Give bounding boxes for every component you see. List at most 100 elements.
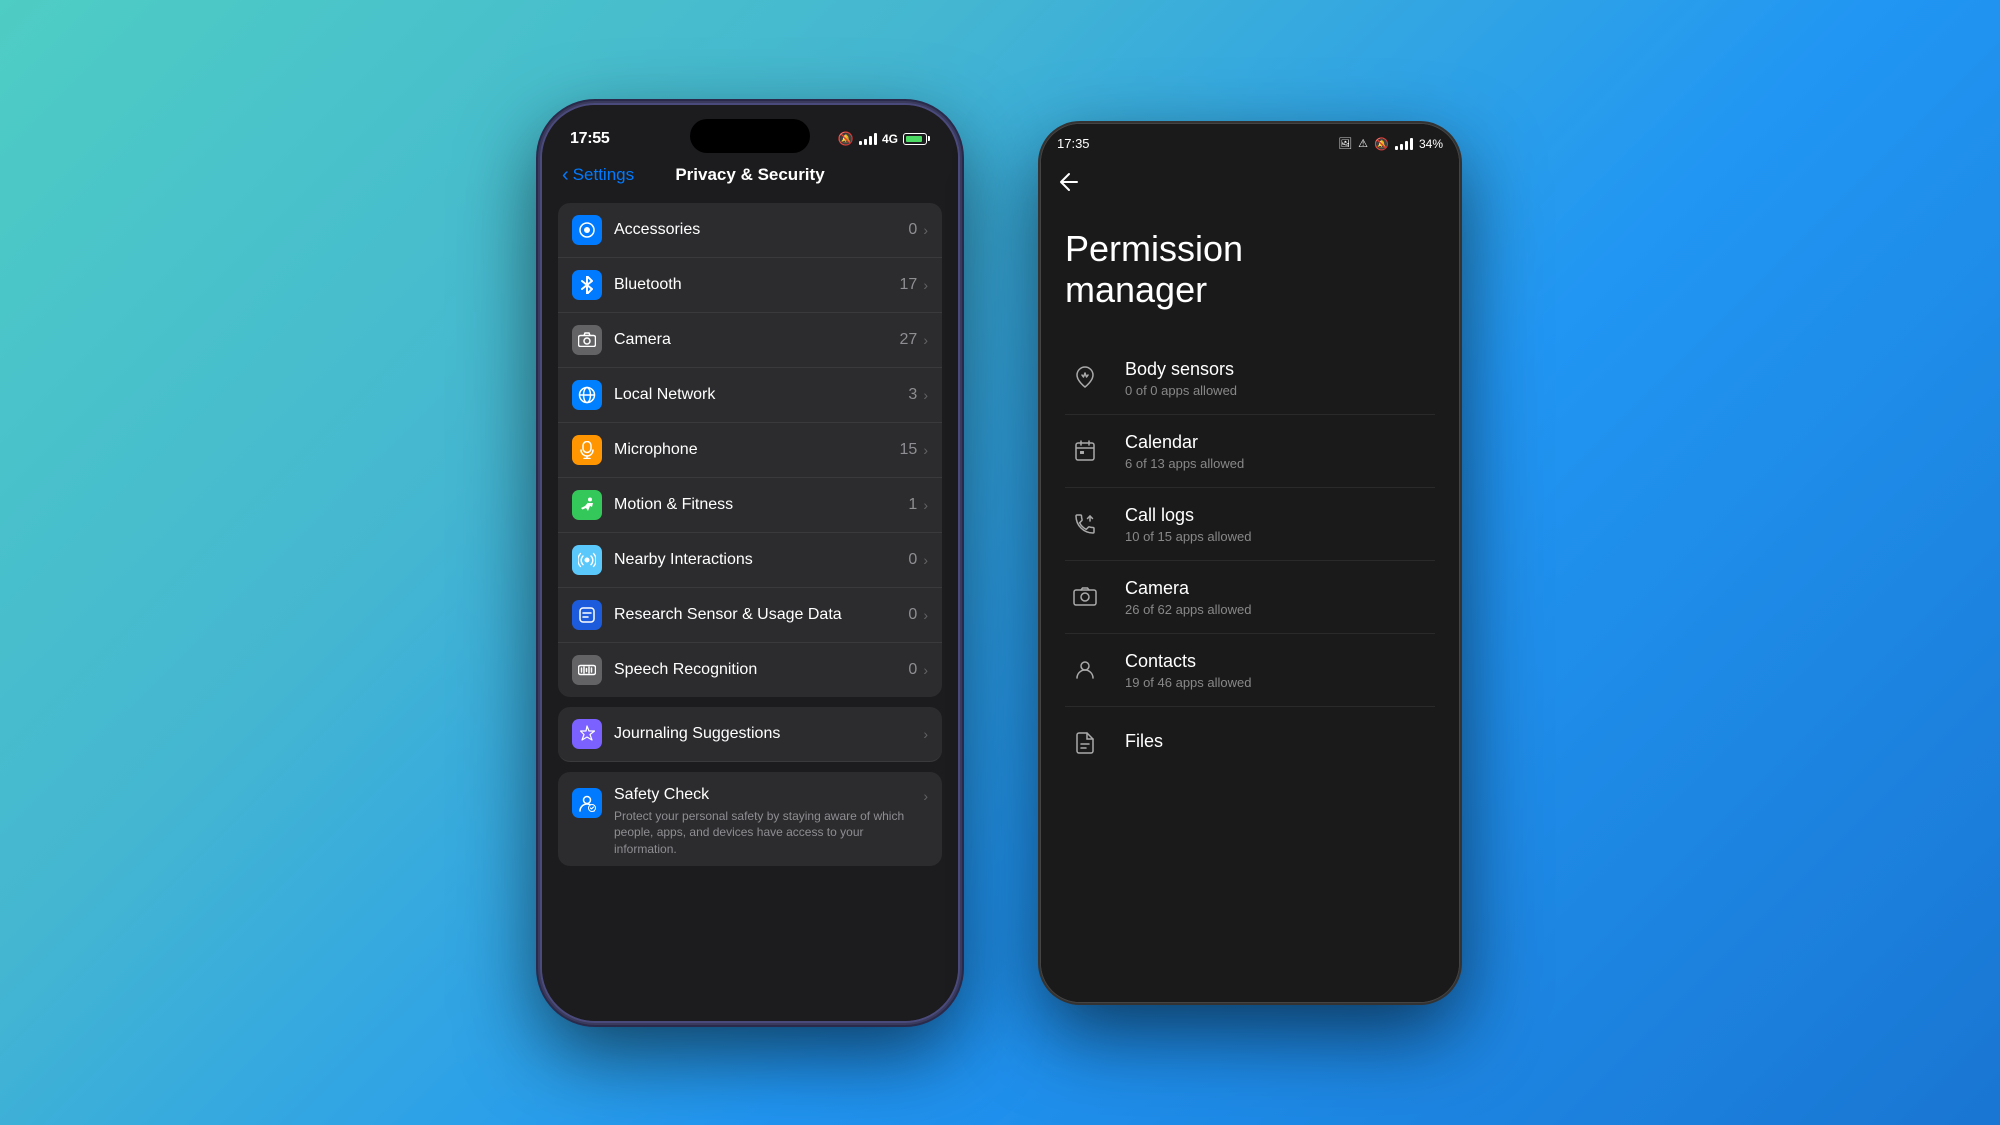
ios-row-nearby[interactable]: Nearby Interactions 0 › bbox=[558, 533, 942, 588]
ios-row-accessories[interactable]: Accessories 0 › bbox=[558, 203, 942, 258]
android-status-bar: 17:35 🖼 ⚠ 🔕 34% bbox=[1041, 124, 1459, 160]
android-content: Permissionmanager Body sensors 0 of 0 ap… bbox=[1041, 208, 1459, 1002]
body-sensors-text: Body sensors 0 of 0 apps allowed bbox=[1125, 359, 1435, 398]
nearby-value: 0 bbox=[908, 551, 917, 569]
android-time: 17:35 bbox=[1057, 136, 1090, 151]
call-logs-text: Call logs 10 of 15 apps allowed bbox=[1125, 505, 1435, 544]
safety-check-title: Safety Check bbox=[614, 786, 923, 804]
ios-row-research[interactable]: Research Sensor & Usage Data 0 › bbox=[558, 588, 942, 643]
android-perm-camera[interactable]: Camera 26 of 62 apps allowed bbox=[1065, 561, 1435, 634]
back-chevron-icon: ‹ bbox=[562, 165, 569, 185]
android-phone: 17:35 🖼 ⚠ 🔕 34% Permiss bbox=[1040, 123, 1460, 1003]
microphone-chevron-icon: › bbox=[923, 442, 928, 458]
microphone-label: Microphone bbox=[614, 441, 900, 459]
bluetooth-icon bbox=[572, 270, 602, 300]
speech-label: Speech Recognition bbox=[614, 661, 908, 679]
camera-label: Camera bbox=[614, 331, 900, 349]
journaling-icon bbox=[572, 719, 602, 749]
contacts-name: Contacts bbox=[1125, 651, 1435, 672]
ios-content: Accessories 0 › Bluetooth 17 › bbox=[542, 195, 958, 1001]
ios-nav-bar: ‹ Settings Privacy & Security bbox=[542, 159, 958, 195]
ios-back-button[interactable]: ‹ Settings bbox=[562, 165, 634, 185]
android-screen: 17:35 🖼 ⚠ 🔕 34% Permiss bbox=[1041, 124, 1459, 1002]
contacts-text: Contacts 19 of 46 apps allowed bbox=[1125, 651, 1435, 690]
android-page-title: Permissionmanager bbox=[1065, 228, 1435, 311]
ios-row-speech[interactable]: Speech Recognition 0 › bbox=[558, 643, 942, 697]
ios-safety-check-section: Safety Check Protect your personal safet… bbox=[558, 772, 942, 866]
bluetooth-label: Bluetooth bbox=[614, 276, 900, 294]
files-name: Files bbox=[1125, 731, 1435, 752]
ios-row-safety-check[interactable]: Safety Check Protect your personal safet… bbox=[558, 772, 942, 866]
ios-screen: 17:55 🔕 4G ‹ Settings Privacy & Securit bbox=[542, 105, 958, 1021]
android-signal-icon bbox=[1395, 138, 1413, 150]
microphone-value: 15 bbox=[900, 441, 918, 459]
contacts-icon bbox=[1065, 650, 1105, 690]
ios-row-journaling[interactable]: Journaling Suggestions › bbox=[558, 707, 942, 762]
motion-fitness-value: 1 bbox=[908, 496, 917, 514]
safety-check-description: Protect your personal safety by staying … bbox=[614, 808, 923, 858]
calendar-text: Calendar 6 of 13 apps allowed bbox=[1125, 432, 1435, 471]
local-network-label: Local Network bbox=[614, 386, 908, 404]
accessories-label: Accessories bbox=[614, 221, 908, 239]
android-perm-call-logs[interactable]: Call logs 10 of 15 apps allowed bbox=[1065, 488, 1435, 561]
ios-row-motion-fitness[interactable]: Motion & Fitness 1 › bbox=[558, 478, 942, 533]
accessories-chevron-icon: › bbox=[923, 222, 928, 238]
journaling-label: Journaling Suggestions bbox=[614, 725, 923, 743]
mute-icon: 🔕 bbox=[838, 131, 854, 147]
research-value: 0 bbox=[908, 606, 917, 624]
android-camera-count: 26 of 62 apps allowed bbox=[1125, 602, 1435, 617]
fitness-icon bbox=[572, 490, 602, 520]
camera-icon bbox=[572, 325, 602, 355]
android-battery-label: 34% bbox=[1419, 137, 1443, 151]
call-logs-name: Call logs bbox=[1125, 505, 1435, 526]
contacts-count: 19 of 46 apps allowed bbox=[1125, 675, 1435, 690]
nearby-label: Nearby Interactions bbox=[614, 551, 908, 569]
android-camera-text: Camera 26 of 62 apps allowed bbox=[1125, 578, 1435, 617]
local-network-chevron-icon: › bbox=[923, 387, 928, 403]
nearby-chevron-icon: › bbox=[923, 552, 928, 568]
journaling-chevron-icon: › bbox=[923, 726, 928, 742]
ios-row-local-network[interactable]: Local Network 3 › bbox=[558, 368, 942, 423]
local-network-icon bbox=[572, 380, 602, 410]
android-back-button[interactable] bbox=[1057, 164, 1093, 200]
dynamic-island bbox=[690, 119, 810, 153]
android-camera-name: Camera bbox=[1125, 578, 1435, 599]
body-sensors-name: Body sensors bbox=[1125, 359, 1435, 380]
microphone-icon bbox=[572, 435, 602, 465]
accessories-value: 0 bbox=[908, 221, 917, 239]
ios-row-camera[interactable]: Camera 27 › bbox=[558, 313, 942, 368]
ios-row-bluetooth[interactable]: Bluetooth 17 › bbox=[558, 258, 942, 313]
camera-chevron-icon: › bbox=[923, 332, 928, 348]
body-sensors-icon bbox=[1065, 358, 1105, 398]
android-mute-icon: 🔕 bbox=[1374, 137, 1389, 151]
android-photo-icon: 🖼 bbox=[1338, 137, 1352, 150]
call-logs-icon bbox=[1065, 504, 1105, 544]
motion-fitness-label: Motion & Fitness bbox=[614, 496, 908, 514]
research-label: Research Sensor & Usage Data bbox=[614, 606, 908, 624]
ios-permissions-section: Accessories 0 › Bluetooth 17 › bbox=[558, 203, 942, 697]
android-camera-icon bbox=[1065, 577, 1105, 617]
local-network-value: 3 bbox=[908, 386, 917, 404]
ios-phone: 17:55 🔕 4G ‹ Settings Privacy & Securit bbox=[540, 103, 960, 1023]
android-perm-files[interactable]: Files bbox=[1065, 707, 1435, 779]
safety-check-icon bbox=[572, 788, 602, 818]
accessories-icon bbox=[572, 215, 602, 245]
battery-icon bbox=[903, 133, 930, 145]
files-text: Files bbox=[1125, 731, 1435, 755]
nearby-interactions-icon bbox=[572, 545, 602, 575]
speech-icon bbox=[572, 655, 602, 685]
android-perm-body-sensors[interactable]: Body sensors 0 of 0 apps allowed bbox=[1065, 342, 1435, 415]
body-sensors-count: 0 of 0 apps allowed bbox=[1125, 383, 1435, 398]
android-status-icons: 🖼 ⚠ 🔕 34% bbox=[1338, 137, 1443, 151]
android-nav-bar bbox=[1041, 160, 1459, 208]
ios-status-icons: 🔕 4G bbox=[838, 131, 930, 147]
android-perm-contacts[interactable]: Contacts 19 of 46 apps allowed bbox=[1065, 634, 1435, 707]
calendar-name: Calendar bbox=[1125, 432, 1435, 453]
android-perm-calendar[interactable]: Calendar 6 of 13 apps allowed bbox=[1065, 415, 1435, 488]
android-alert-icon: ⚠ bbox=[1358, 137, 1368, 150]
safety-check-chevron-icon: › bbox=[923, 788, 928, 804]
research-chevron-icon: › bbox=[923, 607, 928, 623]
signal-bars-icon bbox=[859, 133, 877, 145]
ios-row-microphone[interactable]: Microphone 15 › bbox=[558, 423, 942, 478]
camera-value: 27 bbox=[900, 331, 918, 349]
